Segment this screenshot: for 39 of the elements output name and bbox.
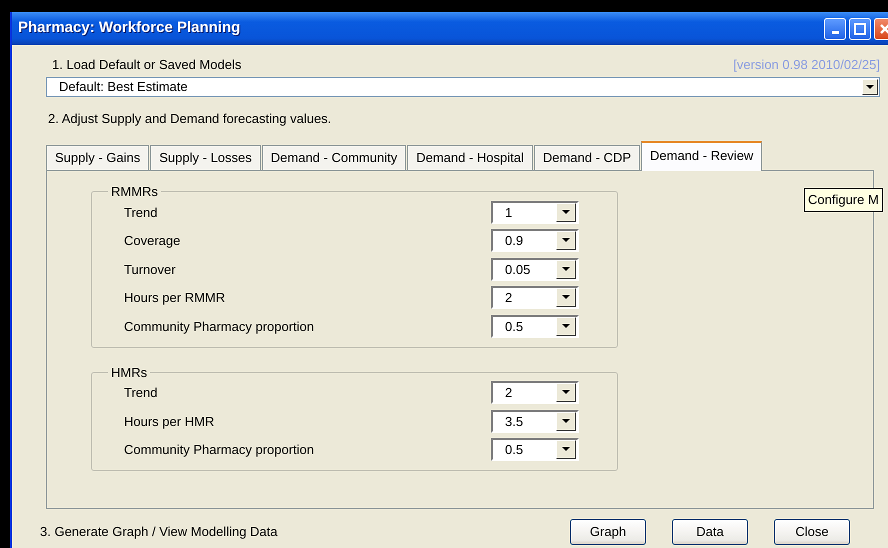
field-label: Trend	[124, 384, 158, 402]
field-label: Trend	[124, 204, 158, 222]
field-label: Turnover	[124, 260, 176, 278]
field-label: Hours per HMR	[124, 412, 214, 431]
field-label: Community Pharmacy proportion	[124, 441, 314, 459]
tab[interactable]: Demand - Review	[641, 140, 762, 171]
version-label: [version 0.98 2010/02/25]	[733, 56, 880, 74]
dialog-button[interactable]: Close	[774, 519, 850, 545]
field-label: Hours per RMMR	[124, 289, 226, 307]
dialog-button[interactable]: Graph	[570, 519, 646, 545]
step-label: 3. Generate Graph / View Modelling Data	[40, 523, 278, 542]
field-label: Community Pharmacy proportion	[124, 318, 314, 336]
minimize-icon	[832, 31, 838, 34]
close-icon	[879, 22, 888, 34]
value-dropdown[interactable]: 0.9	[491, 229, 579, 252]
field-label: Coverage	[124, 232, 180, 250]
step-label: 2. Adjust Supply and Demand forecasting values.	[48, 111, 332, 126]
dialog-button[interactable]: Data	[672, 519, 748, 545]
model-dropdown[interactable]: Default: Best Estimate	[46, 77, 880, 97]
minimize-button[interactable]	[824, 18, 846, 40]
group-title: HMRs	[110, 366, 148, 378]
tab[interactable]: Demand - Hospital	[407, 144, 533, 170]
value-dropdown[interactable]: 1	[491, 200, 579, 224]
value-dropdown[interactable]: 2	[491, 286, 579, 310]
value-dropdown[interactable]: 2	[491, 381, 579, 404]
window-title: Pharmacy: Workforce Planning	[18, 18, 240, 38]
group-title: RMMRs	[110, 185, 159, 198]
value-dropdown[interactable]: 0.5	[491, 314, 579, 338]
maximize-button[interactable]	[849, 18, 871, 40]
step-label: 1. Load Default or Saved Models	[52, 56, 242, 74]
maximize-icon	[854, 22, 866, 34]
tab[interactable]: Demand - CDP	[534, 144, 640, 170]
value-dropdown[interactable]: 0.5	[491, 438, 579, 462]
tab[interactable]: Demand - Community	[262, 144, 406, 170]
tab[interactable]: Supply - Losses	[150, 144, 261, 170]
value-dropdown[interactable]: 0.05	[491, 258, 579, 281]
value-dropdown[interactable]: 3.5	[491, 410, 579, 433]
tooltip: Configure M	[804, 188, 883, 212]
tab[interactable]: Supply - Gains	[46, 144, 150, 170]
